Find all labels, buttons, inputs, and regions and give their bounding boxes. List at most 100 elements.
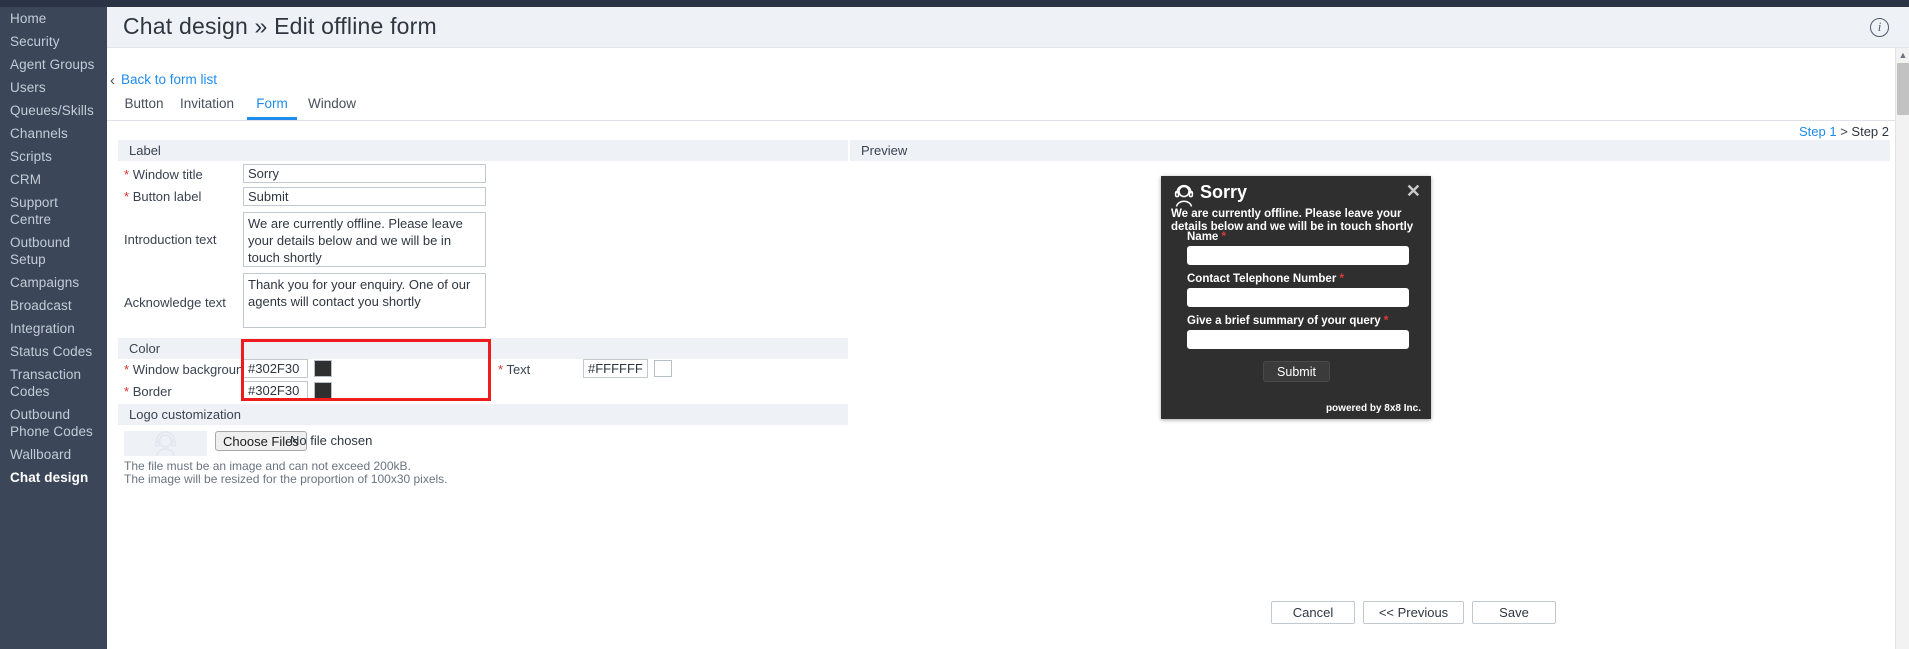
field-row-introduction-text: Introduction text (118, 208, 848, 270)
sidebar-item-label: Status Codes (10, 344, 93, 359)
sidebar-item-scripts[interactable]: Scripts (0, 145, 107, 168)
chat-widget-field-label-text: Name (1187, 231, 1219, 243)
text-color-swatch[interactable] (654, 360, 672, 377)
tab-bar: Button Invitation Form Window (107, 96, 1909, 121)
sidebar-item-label: Campaigns (10, 275, 80, 290)
border-color-label: * Border (124, 384, 172, 399)
sidebar-item-label: Transaction Codes (10, 367, 82, 399)
tab-window[interactable]: Window (304, 96, 360, 117)
back-to-form-list-link[interactable]: Back to form list (121, 72, 217, 87)
chat-widget-field-input[interactable] (1187, 246, 1409, 265)
sidebar-nav-list: Home Security Agent Groups Users Queues/Skil… (0, 7, 115, 489)
sidebar-item-status-codes[interactable]: Status Codes (0, 340, 107, 363)
save-button[interactable]: Save (1472, 601, 1556, 624)
border-color-input[interactable] (243, 381, 308, 400)
chevron-up-icon[interactable]: ▲ (1896, 48, 1909, 62)
logo-hint-line-2: The image will be resized for the propor… (124, 472, 448, 486)
sidebar-item-campaigns[interactable]: Campaigns (0, 271, 107, 294)
sidebar-item-users[interactable]: Users (0, 76, 107, 99)
window-background-label-text: Window background (132, 362, 251, 377)
chat-widget-powered-by: powered by 8x8 Inc. (1325, 403, 1421, 414)
sidebar-item-broadcast[interactable]: Broadcast (0, 294, 107, 317)
chat-widget-field: Contact Telephone Number * (1187, 273, 1409, 307)
tab-form[interactable]: Form (247, 96, 297, 120)
vertical-scrollbar[interactable]: ▲ (1895, 48, 1909, 649)
sidebar-item-label: Outbound Setup (10, 235, 71, 267)
text-color-input[interactable] (583, 359, 648, 378)
window-background-input[interactable] (243, 359, 308, 378)
logo-hints: The file must be an image and can not ex… (118, 459, 848, 491)
chat-widget-field-input[interactable] (1187, 288, 1409, 307)
page-header: Chat design » Edit offline form i (107, 7, 1909, 48)
step-separator: > (1840, 124, 1848, 139)
introduction-text-textarea[interactable] (243, 212, 486, 267)
sidebar-item-home[interactable]: Home (0, 7, 107, 30)
field-row-button-label: * Button label (118, 187, 848, 208)
page-title: Chat design » Edit offline form (123, 13, 437, 39)
chat-widget-field-label-text: Give a brief summary of your query (1187, 315, 1381, 327)
sidebar-item-chat-design[interactable]: Chat design (0, 466, 115, 489)
cancel-button[interactable]: Cancel (1271, 601, 1355, 624)
chat-widget-title: Sorry (1200, 182, 1248, 202)
field-row-window-background: * Window background * Text (118, 359, 848, 380)
window-title-label: * Window title (124, 167, 203, 182)
sidebar-item-outbound-setup[interactable]: Outbound Setup (0, 231, 107, 271)
sidebar-item-crm[interactable]: CRM (0, 168, 107, 191)
sidebar-item-outbound-phone-codes[interactable]: Outbound Phone Codes (0, 403, 107, 443)
sidebar-item-label: Integration (10, 321, 75, 336)
label-section-heading: Label (118, 140, 848, 161)
required-asterisk: * (1380, 315, 1389, 327)
sidebar-item-transaction-codes[interactable]: Transaction Codes (0, 363, 107, 403)
sidebar-item-channels[interactable]: Channels (0, 122, 107, 145)
close-icon[interactable]: ✕ (1406, 182, 1421, 200)
window-background-swatch[interactable] (314, 360, 332, 377)
application-root: Home Security Agent Groups Users Queues/Skil… (0, 0, 1909, 649)
sidebar-item-agent-groups[interactable]: Agent Groups (0, 53, 107, 76)
border-color-label-text: Border (132, 384, 172, 399)
chevron-left-icon[interactable]: ‹ (110, 72, 115, 89)
tab-label: Invitation (179, 96, 235, 111)
sidebar-item-security[interactable]: Security (0, 30, 107, 53)
scrollbar-thumb[interactable] (1897, 63, 1909, 115)
chat-widget-preview: Sorry ✕ We are currently offline. Please… (1161, 176, 1431, 419)
chat-widget-field: Name * (1187, 231, 1409, 265)
required-asterisk: * (124, 384, 130, 399)
acknowledge-text-textarea[interactable] (243, 273, 486, 328)
window-title-input[interactable] (243, 164, 486, 183)
info-icon[interactable]: i (1870, 18, 1889, 37)
previous-button[interactable]: << Previous (1363, 601, 1464, 624)
sidebar-item-label: Support Centre (10, 195, 58, 227)
sidebar-item-label: Channels (10, 126, 68, 141)
sidebar-item-label: Home (10, 11, 47, 26)
step-2-label: Step 2 (1851, 124, 1889, 139)
sidebar-item-label: CRM (10, 172, 42, 187)
sidebar-item-integration[interactable]: Integration (0, 317, 107, 340)
field-row-border-color: * Border (118, 380, 848, 402)
sidebar: Home Security Agent Groups Users Queues/Skil… (0, 0, 115, 649)
preview-heading: Preview (850, 140, 1890, 161)
chat-widget-field-label: Contact Telephone Number * (1187, 273, 1409, 285)
chat-widget-field-input[interactable] (1187, 330, 1409, 349)
text-color-label-text: Text (506, 362, 531, 377)
sidebar-item-label: Security (10, 34, 60, 49)
headset-agent-icon (154, 431, 177, 456)
top-strip (107, 0, 1909, 7)
required-asterisk: * (124, 167, 130, 182)
sidebar-item-label: Outbound Phone Codes (10, 407, 93, 439)
step-1-link[interactable]: Step 1 (1799, 124, 1837, 139)
chat-widget-field: Give a brief summary of your query * (1187, 315, 1409, 349)
chat-widget-submit-button[interactable]: Submit (1263, 361, 1330, 382)
tab-label: Window (307, 96, 356, 111)
field-row-logo-upload: Choose Files No file chosen (118, 431, 848, 459)
border-color-swatch[interactable] (314, 382, 332, 399)
button-label-label-text: Button label (132, 189, 202, 204)
tab-invitation[interactable]: Invitation (172, 96, 242, 117)
color-section-heading: Color (118, 338, 848, 359)
logo-preview-thumbnail (124, 431, 207, 456)
sidebar-item-wallboard[interactable]: Wallboard (0, 443, 107, 466)
sidebar-item-support-centre[interactable]: Support Centre (0, 191, 107, 231)
sidebar-item-queues-skills[interactable]: Queues/Skills (0, 99, 107, 122)
button-label-input[interactable] (243, 187, 486, 206)
logo-section-heading: Logo customization (118, 404, 848, 425)
tab-button[interactable]: Button (121, 96, 167, 117)
